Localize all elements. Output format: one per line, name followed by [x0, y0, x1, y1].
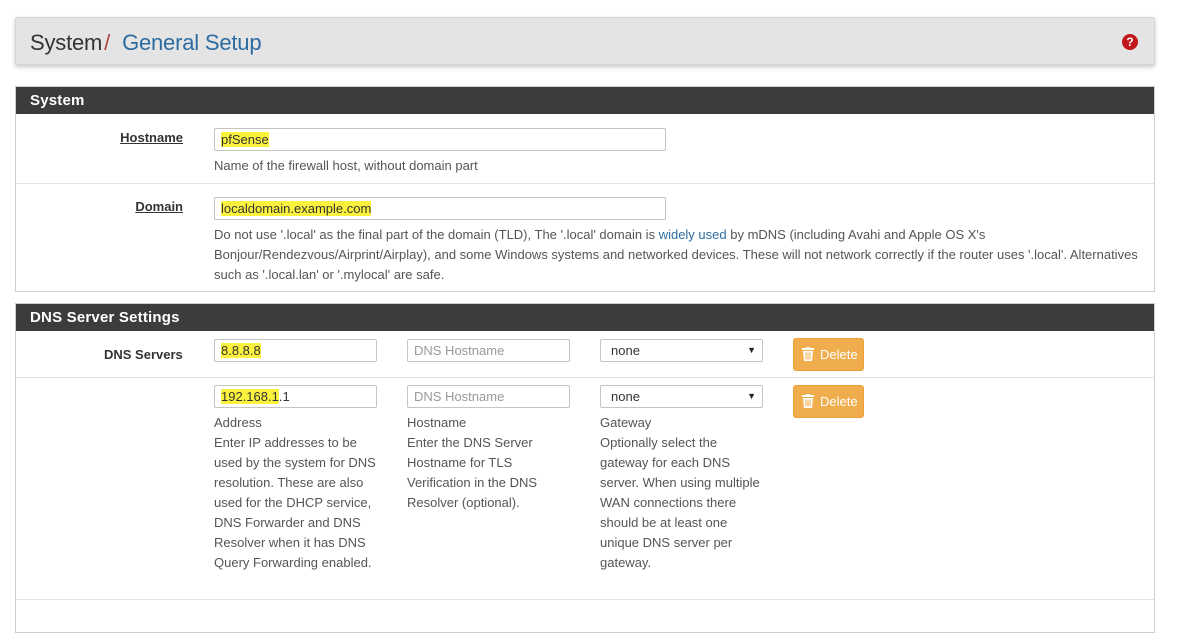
system-panel: System Hostname pfSense Name of the fire… [15, 86, 1155, 292]
breadcrumb-bar: System/ General Setup ? [15, 17, 1155, 65]
domain-help: Do not use '.local' as the final part of… [214, 225, 1144, 285]
dns-server-row-1: DNS Servers 8.8.8.8 DNS Hostname none ▼ … [16, 331, 1154, 378]
dns-gateway-select-2[interactable]: none ▼ [600, 385, 763, 408]
delete-button-2[interactable]: Delete [793, 385, 864, 418]
widely-used-link[interactable]: widely used [659, 227, 727, 242]
breadcrumb-current[interactable]: General Setup [122, 30, 261, 55]
hostname-value: pfSense [221, 132, 269, 147]
breadcrumb: System/ General Setup [30, 30, 262, 56]
hostname-help-col: Hostname Enter the DNS Server Hostname f… [407, 413, 567, 513]
address-help: Address Enter IP addresses to be used by… [214, 413, 382, 573]
address-help-title: Address [214, 415, 262, 430]
dns-hostname-input-1[interactable]: DNS Hostname [407, 339, 570, 362]
delete-label-2: Delete [820, 394, 858, 409]
domain-input[interactable]: localdomain.example.com [214, 197, 666, 220]
dns-hostname-input-2[interactable]: DNS Hostname [407, 385, 570, 408]
gateway-help: Gateway Optionally select the gateway fo… [600, 413, 768, 573]
domain-label: Domain [135, 199, 183, 214]
hostname-help-title: Hostname [407, 415, 467, 430]
question-circle-icon[interactable]: ? [1122, 34, 1138, 50]
trash-icon [802, 394, 814, 408]
dns-servers-label: DNS Servers [104, 347, 183, 362]
dns-gateway-value-2: none [611, 389, 640, 404]
breadcrumb-root[interactable]: System [30, 30, 102, 55]
dns-address-value-2-rest: .1 [278, 389, 290, 404]
gateway-help-title: Gateway [600, 415, 652, 430]
dropdown-arrow-icon: ▼ [747, 345, 756, 355]
breadcrumb-separator: / [104, 30, 111, 55]
hostname-label: Hostname [120, 130, 183, 145]
domain-help-text-1: Do not use '.local' as the final part of… [214, 227, 659, 242]
dns-panel-title: DNS Server Settings [16, 304, 1154, 331]
dns-address-value-2: 192.168.1 [221, 389, 279, 404]
dns-address-value-1: 8.8.8.8 [221, 343, 261, 358]
hostname-help: Name of the firewall host, without domai… [214, 158, 478, 173]
dns-gateway-value-1: none [611, 343, 640, 358]
gateway-help-text: Optionally select the gateway for each D… [600, 435, 760, 570]
dns-gateway-select-1[interactable]: none ▼ [600, 339, 763, 362]
domain-row: Domain localdomain.example.com Do not us… [16, 184, 1154, 291]
dns-panel: DNS Server Settings DNS Servers 8.8.8.8 … [15, 303, 1155, 633]
system-panel-title: System [16, 87, 1154, 114]
hostname-help-text: Enter the DNS Server Hostname for TLS Ve… [407, 435, 538, 510]
dns-server-row-2: 192.168.1.1 DNS Hostname none ▼ Delete A… [16, 378, 1154, 600]
hostname-input[interactable]: pfSense [214, 128, 666, 151]
dns-hostname-placeholder-1: DNS Hostname [414, 343, 505, 358]
dns-address-input-2[interactable]: 192.168.1.1 [214, 385, 377, 408]
domain-value: localdomain.example.com [221, 201, 372, 216]
trash-icon [802, 347, 814, 361]
dns-hostname-placeholder-2: DNS Hostname [414, 389, 505, 404]
dns-address-input-1[interactable]: 8.8.8.8 [214, 339, 377, 362]
delete-label-1: Delete [820, 347, 858, 362]
delete-button-1[interactable]: Delete [793, 338, 864, 371]
address-help-text: Enter IP addresses to be used by the sys… [214, 435, 376, 570]
dropdown-arrow-icon: ▼ [747, 391, 756, 401]
hostname-row: Hostname pfSense Name of the firewall ho… [16, 114, 1154, 184]
